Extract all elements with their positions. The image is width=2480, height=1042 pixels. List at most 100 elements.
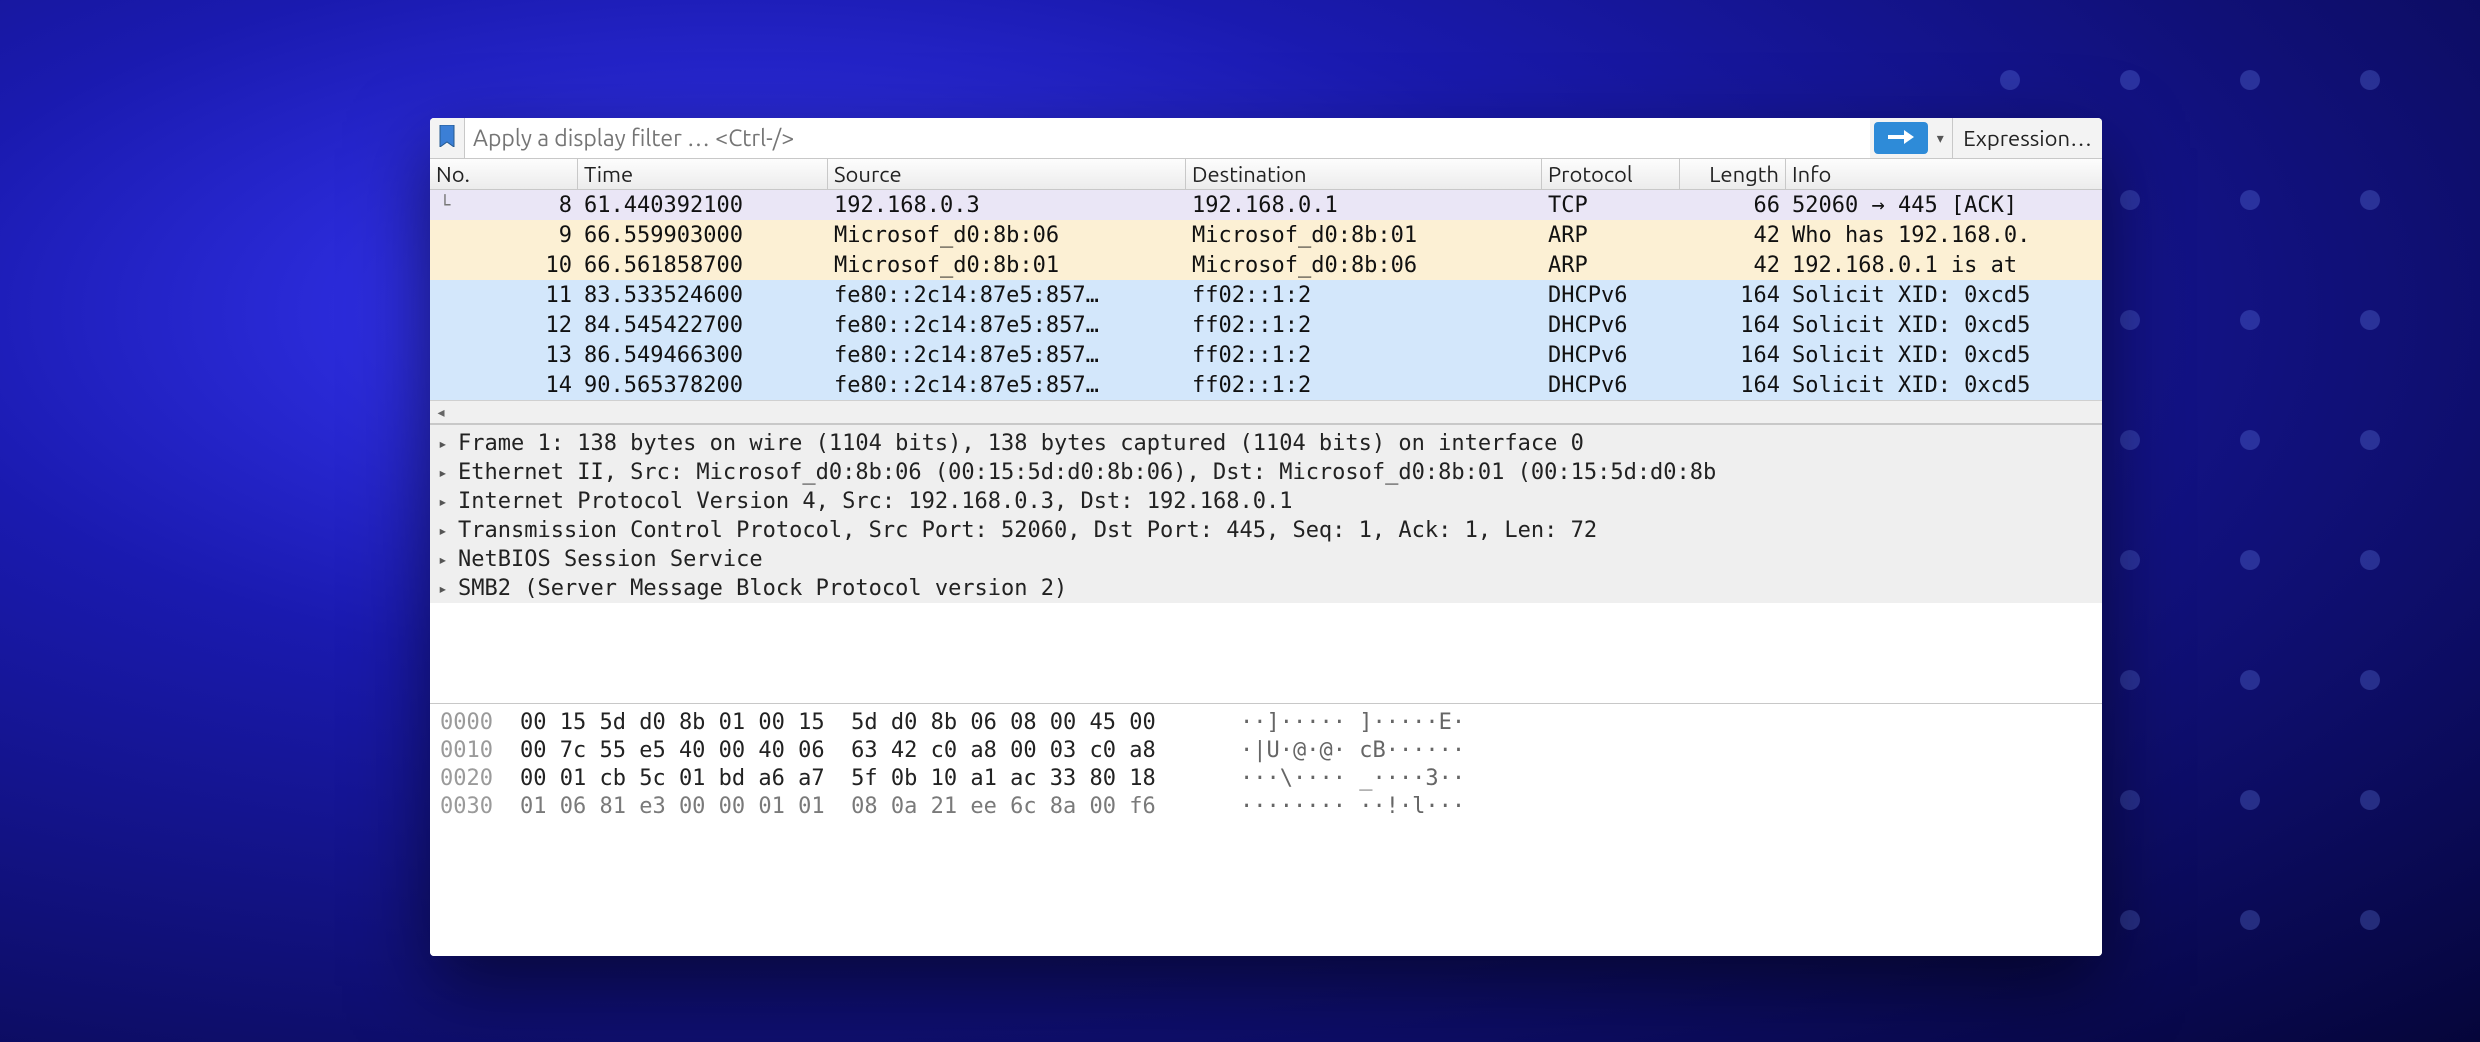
expand-caret-icon[interactable]: ▸	[438, 434, 458, 453]
packet-detail-item[interactable]: ▸Internet Protocol Version 4, Src: 192.1…	[430, 487, 2102, 516]
column-header-source[interactable]: Source	[828, 159, 1186, 189]
cell-no: 8	[559, 193, 572, 218]
packet-list-horizontal-scrollbar[interactable]: ◂	[430, 400, 2102, 424]
hex-bytes: 00 15 5d d0 8b 01 00 15 5d d0 8b 06 08 0…	[520, 710, 1240, 735]
cell-length: 164	[1740, 373, 1780, 398]
packet-row[interactable]: 1066.561858700Microsof_d0:8b:01Microsof_…	[430, 250, 2102, 280]
detail-text: Transmission Control Protocol, Src Port:…	[458, 518, 1597, 543]
cell-length: 66	[1754, 193, 1781, 218]
bookmark-filter-button[interactable]	[430, 118, 465, 158]
cell-no: 9	[559, 223, 572, 248]
cell-time: 86.549466300	[584, 343, 743, 368]
hex-offset: 0030	[440, 794, 520, 819]
hex-line[interactable]: 001000 7c 55 e5 40 00 40 06 63 42 c0 a8 …	[440, 736, 2102, 764]
column-header-protocol[interactable]: Protocol	[1542, 159, 1680, 189]
hex-ascii: ··]····· ]·····E·	[1240, 710, 1465, 735]
packet-row[interactable]: 1386.549466300fe80::2c14:87e5:857…ff02::…	[430, 340, 2102, 370]
cell-no: 10	[546, 253, 573, 278]
cell-source: fe80::2c14:87e5:857…	[834, 373, 1099, 398]
hex-line[interactable]: 000000 15 5d d0 8b 01 00 15 5d d0 8b 06 …	[440, 708, 2102, 736]
bookmark-icon	[438, 125, 456, 152]
packet-row[interactable]: 1284.545422700fe80::2c14:87e5:857…ff02::…	[430, 310, 2102, 340]
cell-no: 11	[546, 283, 573, 308]
cell-destination: ff02::1:2	[1192, 373, 1311, 398]
column-header-destination[interactable]: Destination	[1186, 159, 1542, 189]
arrow-right-icon	[1888, 126, 1914, 151]
hex-bytes: 00 7c 55 e5 40 00 40 06 63 42 c0 a8 00 0…	[520, 738, 1240, 763]
expression-button[interactable]: Expression…	[1953, 118, 2102, 158]
cell-source: Microsof_d0:8b:06	[834, 223, 1059, 248]
cell-source: fe80::2c14:87e5:857…	[834, 283, 1099, 308]
cell-protocol: DHCPv6	[1548, 373, 1627, 398]
hex-offset: 0000	[440, 710, 520, 735]
packet-rows: └861.440392100192.168.0.3192.168.0.1TCP6…	[430, 190, 2102, 400]
expand-caret-icon[interactable]: ▸	[438, 492, 458, 511]
column-header-no[interactable]: No.	[430, 159, 578, 189]
apply-filter-button[interactable]	[1874, 122, 1928, 154]
expand-caret-icon[interactable]: ▸	[438, 521, 458, 540]
hex-bytes: 00 01 cb 5c 01 bd a6 a7 5f 0b 10 a1 ac 3…	[520, 766, 1240, 791]
detail-text: NetBIOS Session Service	[458, 547, 763, 572]
column-header-info[interactable]: Info	[1786, 159, 2102, 189]
cell-info: Who has 192.168.0.	[1792, 223, 2030, 248]
cell-destination: ff02::1:2	[1192, 283, 1311, 308]
display-filter-input[interactable]	[465, 118, 1870, 158]
cell-protocol: DHCPv6	[1548, 283, 1627, 308]
expand-caret-icon[interactable]: ▸	[438, 579, 458, 598]
cell-no: 13	[546, 343, 573, 368]
chevron-down-icon: ▾	[1937, 130, 1944, 147]
cell-source: fe80::2c14:87e5:857…	[834, 313, 1099, 338]
cell-source: Microsof_d0:8b:01	[834, 253, 1059, 278]
packet-row[interactable]: └861.440392100192.168.0.3192.168.0.1TCP6…	[430, 190, 2102, 220]
column-header-length[interactable]: Length	[1680, 159, 1786, 189]
cell-length: 164	[1740, 343, 1780, 368]
hex-ascii: ·|U·@·@· cB······	[1240, 738, 1465, 763]
cell-length: 164	[1740, 283, 1780, 308]
detail-text: SMB2 (Server Message Block Protocol vers…	[458, 576, 1067, 601]
cell-length: 42	[1754, 253, 1781, 278]
filter-history-dropdown[interactable]: ▾	[1928, 118, 1953, 158]
hex-offset: 0020	[440, 766, 520, 791]
cell-no: 14	[546, 373, 573, 398]
packet-row[interactable]: 1490.565378200fe80::2c14:87e5:857…ff02::…	[430, 370, 2102, 400]
cell-no: 12	[546, 313, 573, 338]
cell-source: 192.168.0.3	[834, 193, 980, 218]
detail-text: Internet Protocol Version 4, Src: 192.16…	[458, 489, 1292, 514]
packet-row[interactable]: 9 66.559903000 Microsof_d0:8b:06 Microsof_d…	[430, 220, 2102, 250]
hex-line[interactable]: 002000 01 cb 5c 01 bd a6 a7 5f 0b 10 a1 …	[440, 764, 2102, 792]
display-filter-bar: ▾ Expression…	[430, 118, 2102, 159]
cell-destination: ff02::1:2	[1192, 343, 1311, 368]
cell-info: 52060 → 445 [ACK]	[1792, 193, 2017, 218]
hex-line[interactable]: 003001 06 81 e3 00 00 01 01 08 0a 21 ee …	[440, 792, 2102, 820]
cell-destination: 192.168.0.1	[1192, 193, 1338, 218]
packet-list-header[interactable]: No. Time Source Destination Protocol Len…	[430, 159, 2102, 190]
packet-list-pane: No. Time Source Destination Protocol Len…	[430, 159, 2102, 425]
packet-detail-item[interactable]: ▸Transmission Control Protocol, Src Port…	[430, 516, 2102, 545]
cell-length: 42	[1754, 223, 1781, 248]
cell-time: 66.559903000	[584, 223, 743, 248]
expand-caret-icon[interactable]: ▸	[438, 550, 458, 569]
hex-ascii: ···\···· _····3··	[1240, 766, 1465, 791]
cell-info: Solicit XID: 0xcd5	[1792, 343, 2030, 368]
scroll-left-icon[interactable]: ◂	[430, 401, 452, 423]
cell-protocol: ARP	[1548, 223, 1588, 248]
cell-protocol: TCP	[1548, 193, 1588, 218]
packet-detail-item[interactable]: ▸SMB2 (Server Message Block Protocol ver…	[430, 574, 2102, 603]
cell-destination: Microsof_d0:8b:01	[1192, 223, 1417, 248]
cell-destination: ff02::1:2	[1192, 313, 1311, 338]
packet-row[interactable]: 1183.533524600fe80::2c14:87e5:857…ff02::…	[430, 280, 2102, 310]
cell-info: 192.168.0.1 is at	[1792, 253, 2017, 278]
cell-info: Solicit XID: 0xcd5	[1792, 373, 2030, 398]
cell-protocol: ARP	[1548, 253, 1588, 278]
packet-detail-item[interactable]: ▸Frame 1: 138 bytes on wire (1104 bits),…	[430, 429, 2102, 458]
column-header-time[interactable]: Time	[578, 159, 828, 189]
cell-protocol: DHCPv6	[1548, 343, 1627, 368]
cell-time: 61.440392100	[584, 193, 743, 218]
cell-info: Solicit XID: 0xcd5	[1792, 313, 2030, 338]
packet-detail-item[interactable]: ▸Ethernet II, Src: Microsof_d0:8b:06 (00…	[430, 458, 2102, 487]
expand-caret-icon[interactable]: ▸	[438, 463, 458, 482]
cell-protocol: DHCPv6	[1548, 313, 1627, 338]
cell-info: Solicit XID: 0xcd5	[1792, 283, 2030, 308]
packet-detail-item[interactable]: ▸NetBIOS Session Service	[430, 545, 2102, 574]
packet-details-pane: ▸Frame 1: 138 bytes on wire (1104 bits),…	[430, 425, 2102, 704]
